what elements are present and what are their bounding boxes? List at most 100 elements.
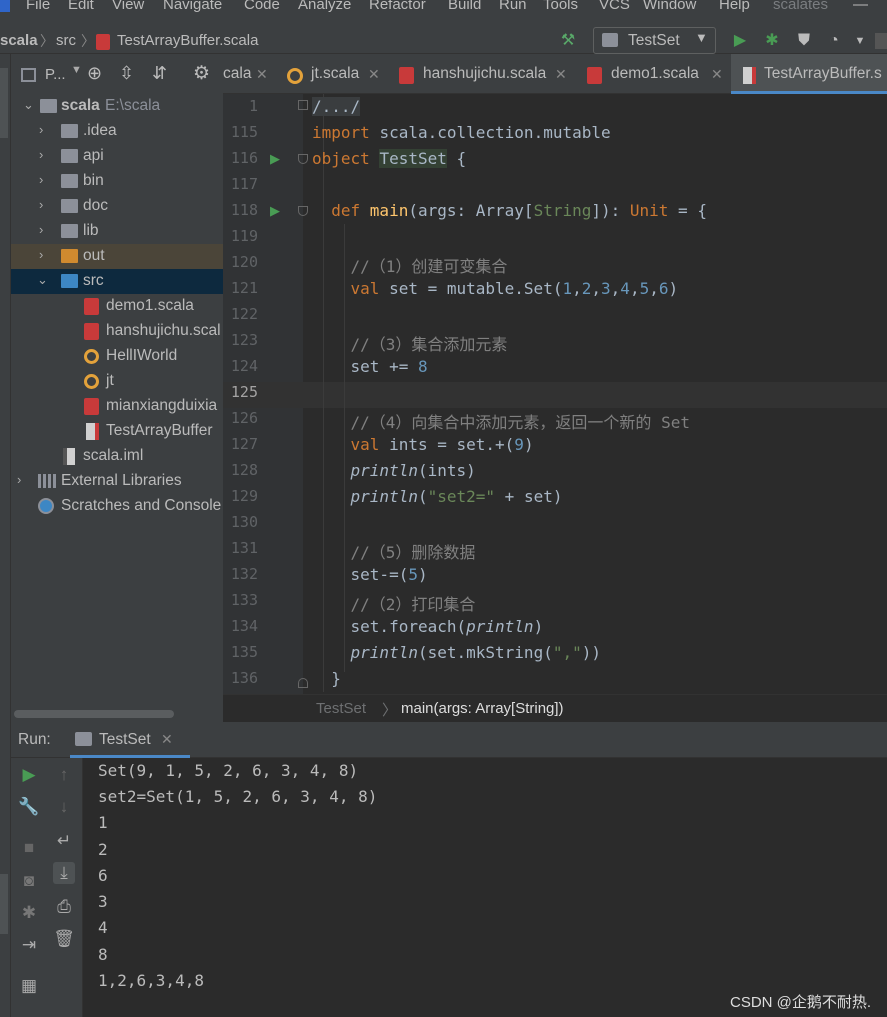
tree-item-external-libraries[interactable]: › External Libraries (11, 469, 223, 494)
fold-icon[interactable] (298, 100, 308, 110)
close-icon[interactable]: ✕ (711, 66, 723, 83)
tree-item-hanshujichu[interactable]: hanshujichu.scal (11, 319, 223, 344)
tree-label: External Libraries (61, 472, 182, 489)
run-gutter-icon[interactable]: ▶ (270, 203, 280, 219)
menu-edit[interactable]: Edit (68, 0, 94, 13)
fold-icon[interactable] (298, 154, 308, 164)
rerun-icon[interactable]: ▶ (18, 764, 40, 786)
menu-help[interactable]: Help (719, 0, 750, 13)
tab-hanshujichu[interactable]: hanshujichu.scala (423, 65, 546, 83)
chevron-right-icon[interactable]: › (39, 222, 43, 237)
tree-item-demo1[interactable]: demo1.scala (11, 294, 223, 319)
breadcrumb-project[interactable]: scala (0, 32, 38, 49)
menu-build[interactable]: Build (448, 0, 481, 13)
tree-item-jt[interactable]: jt (11, 369, 223, 394)
run-gutter-icon[interactable]: ▶ (270, 151, 280, 167)
chevron-down-icon[interactable]: ⌄ (37, 272, 48, 288)
soft-wrap-icon[interactable]: ↵ (53, 830, 75, 852)
chevron-right-icon[interactable]: › (39, 147, 43, 162)
code-comment: //（5）删除数据 (312, 543, 476, 562)
chevron-right-icon[interactable]: › (39, 247, 43, 262)
code-line-remove: set-=(5) (312, 565, 428, 584)
tree-item-scratches[interactable]: Scratches and Console (11, 494, 223, 519)
menu-tools[interactable]: Tools (543, 0, 578, 13)
expand-all-icon[interactable]: ⇳ (119, 63, 134, 84)
chevron-down-icon[interactable]: ▼ (71, 64, 82, 76)
print-icon[interactable]: ⎙ (53, 896, 75, 918)
menu-file[interactable]: File (26, 0, 50, 13)
coverage-icon[interactable]: ⛊ (793, 30, 815, 52)
close-icon[interactable]: ✕ (161, 731, 173, 748)
arrow-down-icon[interactable]: ↓ (53, 796, 75, 818)
menu-code[interactable]: Code (244, 0, 280, 13)
tab-demo1[interactable]: demo1.scala (611, 65, 699, 83)
tree-item-bin[interactable]: › bin (11, 169, 223, 194)
close-icon[interactable]: ✕ (256, 66, 268, 83)
tab-jt[interactable]: jt.scala (311, 65, 359, 83)
stop-icon[interactable] (875, 33, 887, 49)
stop-icon[interactable]: ■ (18, 837, 40, 859)
tree-item-scala-iml[interactable]: scala.iml (11, 444, 223, 469)
gear-icon[interactable]: ⚙ (193, 62, 210, 85)
tree-label: bin (83, 172, 104, 189)
tree-label: out (83, 247, 105, 264)
breadcrumb-src[interactable]: src (56, 32, 76, 49)
menu-navigate[interactable]: Navigate (163, 0, 222, 13)
chevron-down-icon[interactable]: ⌄ (23, 97, 34, 113)
tree-item-idea[interactable]: › .idea (11, 119, 223, 144)
layout-icon[interactable]: ▦ (18, 975, 40, 997)
run-configuration-dropdown[interactable]: TestSet ▼ (593, 27, 716, 54)
tab-scala[interactable]: cala (223, 65, 251, 83)
trash-icon[interactable]: 🗑 (53, 928, 75, 950)
tree-item-api[interactable]: › api (11, 144, 223, 169)
minimize-button[interactable]: — (853, 0, 868, 13)
debug-icon[interactable]: ✱ (761, 30, 783, 52)
arrow-up-icon[interactable]: ↑ (53, 764, 75, 786)
close-icon[interactable]: ✕ (368, 66, 380, 83)
editor-breadcrumb: TestSet 〉 main(args: Array[String]) (223, 694, 887, 722)
tree-item-testarraybuffer[interactable]: TestArrayBuffer (11, 419, 223, 444)
profile-icon[interactable]: ◔ (823, 30, 845, 52)
tree-item-src[interactable]: ⌄ src (11, 269, 223, 294)
camera-icon[interactable]: ◙ (18, 870, 40, 892)
tree-item-mianxiangduixia[interactable]: mianxiangduixia (11, 394, 223, 419)
menu-view[interactable]: View (112, 0, 144, 13)
menu-refactor[interactable]: Refactor (369, 0, 426, 13)
chevron-down-icon[interactable]: ▼ (849, 30, 871, 52)
scroll-to-end-icon[interactable]: ⤓ (53, 862, 75, 884)
chevron-right-icon[interactable]: › (39, 197, 43, 212)
collapse-all-icon[interactable]: ⇵ (152, 63, 167, 84)
crumb-class[interactable]: TestSet (316, 700, 366, 717)
menu-run[interactable]: Run (499, 0, 527, 13)
menu-window[interactable]: Window (643, 0, 696, 13)
tree-item-lib[interactable]: › lib (11, 219, 223, 244)
line-number: 126 (230, 409, 258, 427)
build-hammer-icon[interactable]: ⚒ (557, 30, 579, 52)
tree-item-scala[interactable]: ⌄ scala E:\scala (11, 94, 223, 119)
login-icon[interactable]: ⇥ (18, 934, 40, 956)
structure-tool-tab[interactable] (0, 874, 8, 934)
chevron-right-icon[interactable]: › (17, 472, 21, 487)
locate-icon[interactable]: ⊕ (87, 63, 102, 84)
bug-icon[interactable]: ✱ (18, 902, 40, 924)
horizontal-scrollbar[interactable] (14, 710, 174, 718)
project-view-selector[interactable]: P... (45, 66, 66, 83)
menu-analyze[interactable]: Analyze (298, 0, 351, 13)
chevron-right-icon[interactable]: › (39, 172, 43, 187)
close-icon[interactable]: ✕ (555, 66, 567, 83)
fold-icon[interactable] (298, 206, 308, 216)
chevron-right-icon[interactable]: › (39, 122, 43, 137)
fold-icon[interactable] (298, 678, 308, 688)
wrench-icon[interactable]: 🔧 (18, 796, 40, 818)
menu-vcs[interactable]: VCS (599, 0, 630, 13)
tree-item-helliworld[interactable]: HellIWorld (11, 344, 223, 369)
tree-item-out[interactable]: › out (11, 244, 223, 269)
tree-item-doc[interactable]: › doc (11, 194, 223, 219)
breadcrumb-file[interactable]: TestArrayBuffer.scala (117, 32, 258, 49)
line-number: 117 (230, 175, 258, 193)
run-tab-label[interactable]: TestSet (99, 731, 151, 749)
run-icon[interactable]: ▶ (729, 30, 751, 52)
crumb-method[interactable]: main(args: Array[String]) (401, 700, 564, 717)
project-tool-tab[interactable] (0, 68, 8, 138)
tab-testarraybuffer[interactable]: TestArrayBuffer.s (764, 65, 882, 83)
